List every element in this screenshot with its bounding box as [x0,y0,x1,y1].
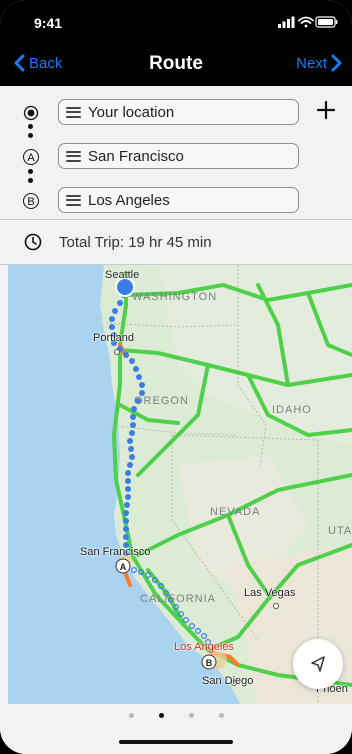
city-label-portland: Portland [93,332,134,344]
state-label-oregon: OREGON [134,395,189,407]
route-dot [28,169,33,174]
trip-summary: Total Trip: 19 hr 45 min [0,221,352,265]
drag-handle-icon[interactable] [66,150,81,162]
home-area [0,726,352,754]
city-label-seattle: Seattle [105,269,140,281]
clock-icon [24,233,42,251]
state-label-utah: UTA [328,525,352,537]
plus-icon[interactable] [314,98,338,122]
page-dot-active[interactable] [158,712,164,718]
stop-b-value: Los Angeles [88,191,170,209]
stop-b-field[interactable]: Los Angeles [58,187,299,213]
next-button[interactable]: Next [296,54,342,72]
wifi-icon [298,16,314,28]
route-dot [28,178,33,183]
city-label-san-francisco: San Francisco [80,546,151,558]
current-location-marker-icon [23,105,39,121]
navigation-bar: Back Route Next [0,44,352,86]
route-editor: A B Your location San Francisco Los Ange… [0,86,352,220]
state-label-california: CALIFORNIA [140,593,217,605]
next-label: Next [296,54,327,72]
home-indicator[interactable] [119,740,233,744]
svg-text:A: A [27,152,35,164]
origin-field[interactable]: Your location [58,99,299,125]
chevron-right-icon [331,54,342,72]
status-time: 9:41 [34,15,63,31]
route-dot [28,133,33,138]
battery-icon [315,16,338,28]
city-label-las-vegas: Las Vegas [244,587,296,599]
notch [86,0,266,32]
route-map[interactable]: A B WASHINGTON OREGON IDAHO NEVADA CALIF… [8,265,352,704]
state-label-idaho: IDAHO [272,404,312,416]
map-marker-b: B [201,654,217,670]
stop-a-value: San Francisco [88,147,184,165]
svg-text:B: B [206,658,213,668]
locate-me-button[interactable] [293,639,343,689]
map-marker-a: A [115,558,131,574]
drag-handle-icon[interactable] [66,194,81,206]
stop-a-marker-icon: A [23,149,39,165]
signal-icon [278,16,295,28]
city-label-san-diego: San Diego [202,675,254,687]
page-indicator[interactable] [0,704,352,726]
drag-handle-icon[interactable] [66,106,81,118]
page-dot[interactable] [128,712,134,718]
city-label-los-angeles: Los Angeles [174,641,234,653]
origin-value: Your location [88,103,175,121]
route-dot [28,124,33,129]
trip-duration: Total Trip: 19 hr 45 min [59,234,212,251]
phone-screen: 9:41 Back Route Next A B Your location S… [0,0,352,754]
state-label-nevada: NEVADA [210,506,261,518]
stop-a-field[interactable]: San Francisco [58,143,299,169]
page-dot[interactable] [218,712,224,718]
navigation-arrow-icon [311,656,325,672]
state-label-washington: WASHINGTON [132,291,218,303]
page-dot[interactable] [188,712,194,718]
status-icons [278,16,338,28]
stop-b-marker-icon: B [23,193,39,209]
svg-text:A: A [120,562,127,572]
status-bar: 9:41 [0,0,352,44]
svg-text:B: B [27,196,34,208]
